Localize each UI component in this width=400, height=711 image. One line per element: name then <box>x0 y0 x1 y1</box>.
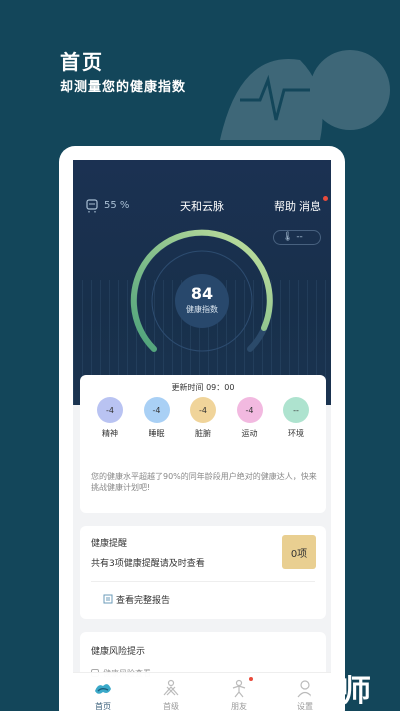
tab-label: 首页 <box>95 702 111 711</box>
tab-level[interactable]: 首级 <box>151 677 191 711</box>
health-score-value: 84 <box>190 284 214 303</box>
promo-title: 首页 <box>60 50 104 74</box>
dimension-environment[interactable]: -- 环境 <box>280 397 312 439</box>
dimension-label: 精神 <box>102 429 118 438</box>
dimension-circle: -4 <box>190 397 216 423</box>
hero-panel: 55 % 天和云脉 帮助 消息 🌡 -- 84 健康指数 <box>73 160 331 405</box>
reminder-count-badge[interactable]: 0项 <box>282 535 316 569</box>
brand-watermark: 教师 <box>310 674 372 709</box>
reminder-title: 健康提醒 <box>91 539 128 549</box>
messages-link[interactable]: 消息 <box>299 198 321 214</box>
dimension-spirit[interactable]: -4 精神 <box>94 397 126 439</box>
environment-value: -- <box>296 232 303 242</box>
health-summary: 您的健康水平超越了90%的同年龄段用户绝对的健康达人，快来挑战健康计划吧! <box>91 472 317 492</box>
dimension-label: 睡眠 <box>148 429 165 438</box>
thermometer-icon: 🌡 <box>282 232 294 242</box>
update-time: 更新时间 09：00 <box>171 383 235 392</box>
dimension-organs[interactable]: -4 脏腑 <box>187 397 219 439</box>
app-screen: 55 % 天和云脉 帮助 消息 🌡 -- 84 健康指数 更新时间 09：00 … <box>73 160 331 711</box>
dimension-circle: -4 <box>97 397 123 423</box>
health-score-label: 健康指数 <box>186 305 218 314</box>
top-bar: 55 % 天和云脉 帮助 消息 <box>73 196 331 216</box>
dimension-exercise[interactable]: -4 运动 <box>234 397 266 439</box>
view-full-report-link[interactable]: 查看完整报告 <box>116 593 170 606</box>
help-link[interactable]: 帮助 <box>274 198 296 214</box>
dimension-label: 环境 <box>288 429 304 438</box>
reminder-description: 共有3项健康提醒请及时查看 <box>91 559 205 569</box>
reminder-card[interactable]: 健康提醒 共有3项健康提醒请及时查看 0项 查看完整报告 <box>80 526 326 619</box>
environment-pill[interactable]: 🌡 -- <box>273 230 321 245</box>
promo-subtitle: 却测量您的健康指数 <box>60 80 187 95</box>
dimension-list: -4 精神 -4 睡眠 -4 脏腑 -4 运动 -- 环境 <box>86 397 320 439</box>
friends-icon <box>232 679 246 698</box>
tab-alert-dot <box>249 677 253 681</box>
divider <box>91 581 315 582</box>
bottom-tab-bar: 首页 首级 朋友 设置 <box>73 672 331 711</box>
report-icon <box>103 594 113 604</box>
dimension-circle: -4 <box>143 397 170 423</box>
background-decoration <box>220 50 390 140</box>
phone-frame: 55 % 天和云脉 帮助 消息 🌡 -- 84 健康指数 更新时间 09：00 … <box>59 146 345 711</box>
level-icon <box>163 679 179 696</box>
tab-label: 朋友 <box>231 702 247 711</box>
message-alert-dot <box>323 196 328 201</box>
tab-home[interactable]: 首页 <box>83 677 123 711</box>
dimension-label: 脏腑 <box>195 429 211 438</box>
home-icon <box>95 684 111 694</box>
dimension-sleep[interactable]: -4 睡眠 <box>141 397 173 439</box>
dimension-circle: -- <box>283 397 309 423</box>
tab-friends[interactable]: 朋友 <box>219 677 259 711</box>
tab-label: 首级 <box>163 702 179 711</box>
risk-title: 健康风险提示 <box>91 647 146 657</box>
dimension-label: 运动 <box>241 429 258 438</box>
update-card: 更新时间 09：00 -4 精神 -4 睡眠 -4 脏腑 -4 运动 -- 环境… <box>80 375 326 513</box>
dimension-circle: -4 <box>236 397 263 423</box>
